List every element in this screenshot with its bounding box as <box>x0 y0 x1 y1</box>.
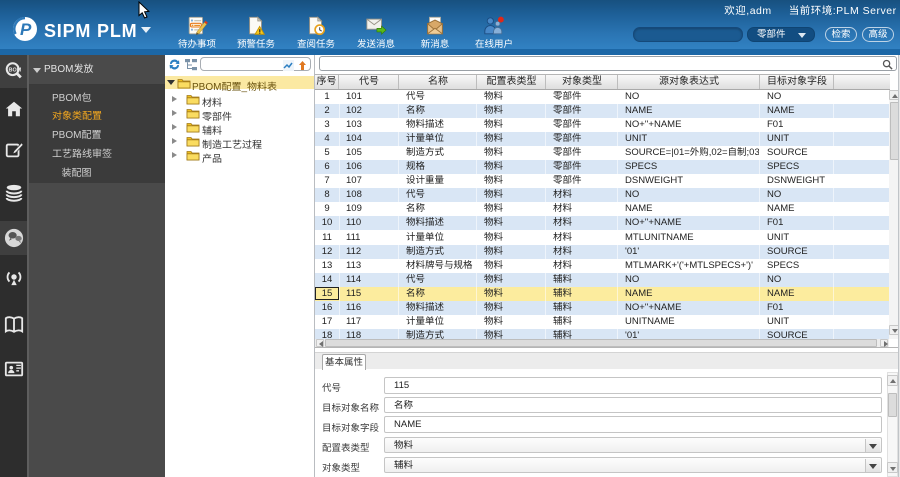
svg-text:BOM: BOM <box>9 67 22 73</box>
svg-text:P: P <box>20 20 32 39</box>
